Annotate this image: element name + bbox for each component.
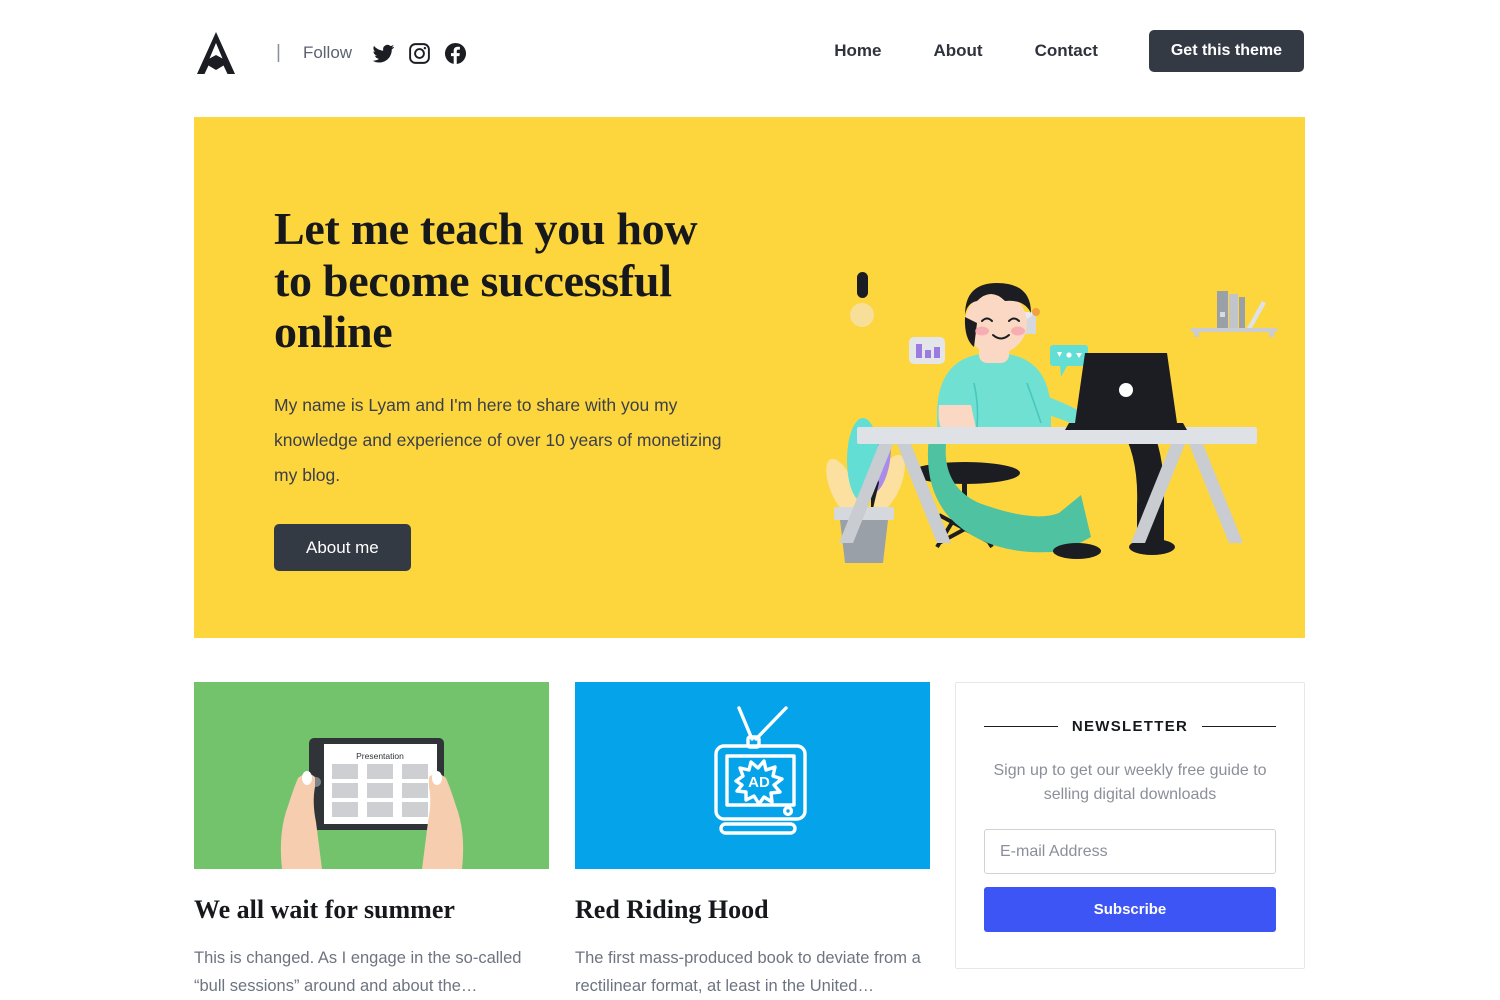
tv-ad-icon[interactable]: AD: [575, 682, 930, 869]
post-title[interactable]: Red Riding Hood: [575, 895, 930, 925]
instagram-icon[interactable]: [408, 42, 431, 65]
newsletter-heading: NEWSLETTER: [984, 718, 1276, 735]
subscribe-button[interactable]: Subscribe: [984, 887, 1276, 932]
post-card[interactable]: AD Red Riding Hood The first mass-produc…: [575, 682, 930, 1000]
facebook-icon[interactable]: [444, 42, 467, 65]
tablet-caption: Presentation: [356, 751, 404, 761]
hero-subtitle: My name is Lyam and I'm here to share wi…: [274, 394, 722, 485]
chevron-a-logo-icon[interactable]: [194, 30, 238, 76]
newsletter-description: Sign up to get our weekly free guide to …: [993, 762, 1267, 803]
person-working-at-desk-illustration: [819, 255, 1289, 575]
nav-link-about[interactable]: About: [933, 41, 982, 61]
ad-label: AD: [748, 774, 770, 791]
rule-right: [1202, 726, 1276, 727]
post-excerpt: The first mass-produced book to deviate …: [575, 948, 921, 996]
post-excerpt: This is changed. As I engage in the so-c…: [194, 948, 522, 996]
hero-title: Let me teach you how to become successfu…: [274, 203, 698, 358]
rule-left: [984, 726, 1058, 727]
hands-holding-tablet-illustration[interactable]: Presentation: [194, 682, 549, 869]
email-field[interactable]: [984, 829, 1276, 874]
nav-link-contact[interactable]: Contact: [1035, 41, 1098, 61]
page-root: | Follow Home About Contact Get this the…: [0, 0, 1500, 1000]
get-this-theme-button[interactable]: Get this theme: [1148, 30, 1304, 72]
post-title[interactable]: We all wait for summer: [194, 895, 549, 925]
about-me-button[interactable]: About me: [274, 523, 411, 571]
twitter-icon[interactable]: [372, 42, 395, 65]
header-nav-group: Home About Contact Get this theme: [834, 30, 1304, 72]
sidebar: NEWSLETTER Sign up to get our weekly fre…: [955, 682, 1305, 1000]
post-card[interactable]: Presentation We all wait for summer This…: [194, 682, 549, 1000]
hero-copy: Let me teach you how to become successfu…: [274, 203, 744, 571]
header-separator: |: [276, 41, 281, 63]
nav-link-home[interactable]: Home: [834, 41, 881, 61]
hero-section: Let me teach you how to become successfu…: [194, 117, 1305, 638]
site-header: | Follow Home About Contact Get this the…: [0, 0, 1500, 107]
header-left-group: | Follow: [194, 30, 467, 76]
newsletter-widget: NEWSLETTER Sign up to get our weekly fre…: [955, 682, 1305, 969]
social-links: [372, 42, 467, 65]
newsletter-title: NEWSLETTER: [1071, 718, 1189, 735]
follow-label: Follow: [302, 43, 353, 62]
